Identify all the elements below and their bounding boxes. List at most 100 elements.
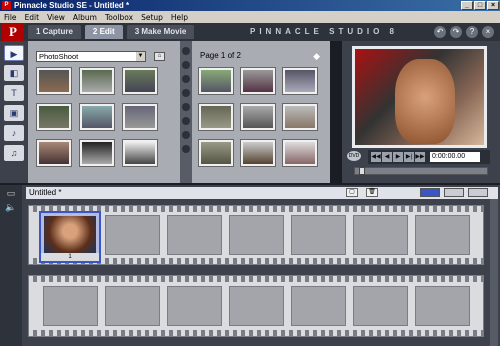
menu-view[interactable]: View [43, 13, 69, 22]
scene-thumbnail[interactable] [198, 103, 234, 131]
timecode-display[interactable]: 0:00:00.00 [430, 152, 480, 162]
delete-icon[interactable]: 🗑 [366, 188, 378, 197]
scene-thumbnail[interactable] [198, 67, 234, 95]
movie-window: ▭ 🔈 Untitled * ▢ 🗑 1 [0, 185, 500, 346]
step-forward-icon[interactable]: ▶| [404, 152, 414, 162]
menu-setup[interactable]: Setup [137, 13, 167, 22]
storyboard-row: 1 [28, 205, 484, 265]
scene-thumbnail[interactable] [36, 67, 72, 95]
play-icon[interactable]: ▶ [393, 152, 403, 162]
video-scenes-icon[interactable]: ▶ [4, 45, 24, 61]
vertical-scrollbar[interactable] [490, 199, 498, 346]
ring [182, 131, 190, 139]
timeline-clip[interactable]: 1 [39, 211, 101, 263]
timeline-view-button[interactable] [444, 188, 464, 197]
photos-icon[interactable]: ▣ [4, 105, 24, 121]
tab-edit[interactable]: 2 Edit [84, 25, 123, 39]
split-clip-icon[interactable]: ▢ [346, 188, 358, 197]
menu-help[interactable]: Help [167, 13, 192, 22]
scene-thumbnail[interactable] [240, 67, 276, 95]
next-page-icon[interactable]: ◆ [313, 51, 320, 62]
empty-slot[interactable] [415, 215, 470, 255]
clip-thumbnail [44, 216, 96, 254]
tab-capture[interactable]: 1 Capture [28, 25, 81, 39]
scene-thumbnail[interactable] [240, 139, 276, 167]
scene-thumbnail[interactable] [122, 139, 158, 167]
scene-thumbnail[interactable] [79, 139, 115, 167]
menu-edit[interactable]: Edit [21, 13, 44, 22]
empty-slot[interactable] [105, 215, 160, 255]
video-track-icon[interactable]: ▭ [0, 188, 22, 199]
step-back-icon[interactable]: ◀ [382, 152, 392, 162]
scene-thumbnail[interactable] [122, 67, 158, 95]
ring [182, 75, 190, 83]
ring [182, 89, 190, 97]
chevron-down-icon[interactable]: ▼ [136, 52, 145, 61]
text-view-button[interactable] [468, 188, 488, 197]
storyboard-view-button[interactable] [420, 188, 440, 197]
section-dropdown-value: PhotoShoot [39, 52, 79, 61]
empty-slot[interactable] [291, 215, 346, 255]
empty-slot[interactable] [353, 286, 408, 326]
help-icon[interactable]: ? [466, 26, 478, 38]
menu-file[interactable]: File [0, 13, 21, 22]
scene-thumbnail[interactable] [198, 139, 234, 167]
ring [182, 145, 190, 153]
player-controls: ◀◀ ◀ ▶ ▶| ▶▶ 0:00:00.00 [368, 150, 490, 164]
album-right-page: Page 1 of 2 ◆ [192, 41, 330, 183]
scrubber[interactable] [354, 167, 488, 175]
title-bar: P Pinnacle Studio SE - Untitled * _ □ × [0, 0, 500, 11]
empty-slot[interactable] [43, 286, 98, 326]
scene-thumbnail[interactable] [122, 103, 158, 131]
empty-slot[interactable] [353, 215, 408, 255]
clip-number: 1 [41, 253, 99, 261]
scene-thumbnail[interactable] [282, 103, 318, 131]
audio-track-icon[interactable]: 🔈 [0, 202, 22, 213]
music-icon[interactable]: ♫ [4, 145, 24, 161]
menu-album[interactable]: Album [69, 13, 101, 22]
album-tabs: ▶ ◧ T ▣ ♪ ♫ [0, 41, 28, 183]
studio-logo-icon: P [2, 1, 11, 10]
scene-thumbnail[interactable] [282, 139, 318, 167]
album-left-page: PhotoShoot ▼ ⌂ [28, 41, 180, 183]
titles-icon[interactable]: T [4, 85, 24, 101]
scene-thumbnail[interactable] [36, 103, 72, 131]
scrubber-handle[interactable] [359, 167, 365, 175]
preview-subject [395, 59, 455, 144]
dvd-icon[interactable]: DVD [347, 151, 361, 161]
film-perforations [29, 330, 483, 336]
scene-thumbnail[interactable] [79, 67, 115, 95]
scene-thumbnail[interactable] [79, 103, 115, 131]
close-button[interactable]: × [487, 1, 499, 10]
empty-slot[interactable] [229, 286, 284, 326]
empty-slot[interactable] [105, 286, 160, 326]
section-dropdown[interactable]: PhotoShoot ▼ [36, 51, 146, 62]
empty-slot[interactable] [291, 286, 346, 326]
film-perforations [29, 276, 483, 282]
tab-make-movie[interactable]: 3 Make Movie [126, 25, 195, 39]
sound-effects-icon[interactable]: ♪ [4, 125, 24, 141]
redo-icon[interactable]: ↷ [450, 26, 462, 38]
undo-icon[interactable]: ↶ [434, 26, 446, 38]
folder-icon[interactable]: ⌂ [154, 52, 165, 61]
empty-slot[interactable] [229, 215, 284, 255]
minimize-button[interactable]: _ [461, 1, 473, 10]
transitions-icon[interactable]: ◧ [4, 65, 24, 81]
player-panel: DVD ◀◀ ◀ ▶ ▶| ▶▶ 0:00:00.00 [342, 41, 500, 183]
fast-forward-icon[interactable]: ▶▶ [415, 152, 425, 162]
album-spine [180, 41, 192, 183]
empty-slot[interactable] [167, 286, 222, 326]
close-icon[interactable]: × [482, 26, 494, 38]
window-title: Pinnacle Studio SE - Untitled * [14, 1, 130, 10]
scene-thumbnail[interactable] [36, 139, 72, 167]
scene-thumbnail[interactable] [240, 103, 276, 131]
maximize-button[interactable]: □ [474, 1, 486, 10]
scene-thumbnail[interactable] [282, 67, 318, 95]
video-preview [352, 46, 487, 148]
rewind-icon[interactable]: ◀◀ [371, 152, 381, 162]
empty-slot[interactable] [167, 215, 222, 255]
menu-toolbox[interactable]: Toolbox [101, 13, 137, 22]
track-icons: ▭ 🔈 [0, 185, 22, 346]
empty-slot[interactable] [415, 286, 470, 326]
page-indicator: Page 1 of 2 [200, 51, 241, 60]
